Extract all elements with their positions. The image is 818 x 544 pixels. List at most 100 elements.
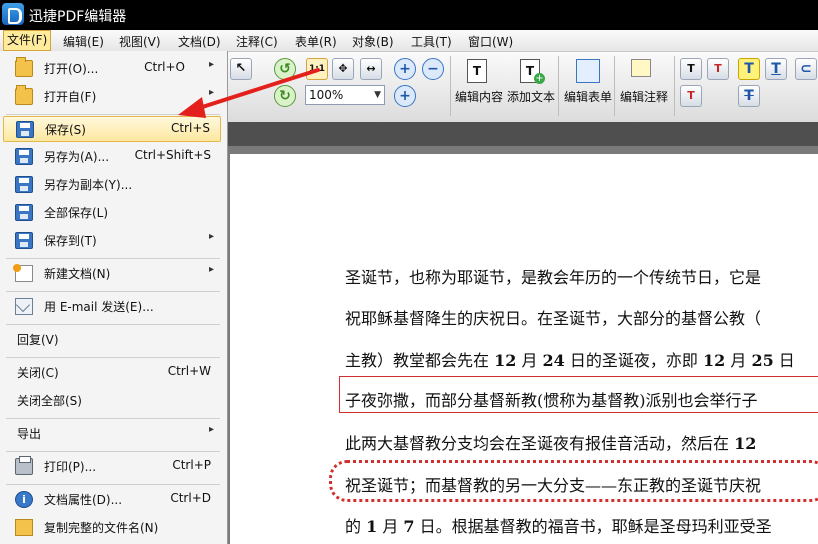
file-menu-dropdown: 打开(O)... Ctrl+O ▸ 打开自(F) ▸ 保存(S) Ctrl+S … (0, 51, 228, 544)
rotate-left-button[interactable]: ↺ (274, 58, 296, 80)
rectangle-annotation[interactable] (339, 376, 818, 413)
submenu-arrow-icon: ▸ (208, 424, 214, 435)
menu-separator (6, 291, 220, 292)
text-box-tool-button[interactable]: T (680, 58, 702, 80)
menu-item-send-email[interactable]: 用 E-mail 发送(E)... (3, 294, 221, 320)
plus-icon: + (399, 88, 411, 104)
info-icon (15, 491, 33, 508)
menu-edit[interactable]: 编辑(E) (63, 33, 104, 50)
page-tabs-strip (228, 122, 818, 146)
edit-annotation-button[interactable]: 编辑注释 (620, 88, 668, 105)
zoom-select[interactable]: 100% ▼ (305, 85, 385, 105)
menu-item-save-as[interactable]: 另存为(A)... Ctrl+Shift+S (3, 144, 221, 170)
callout-icon: T (714, 62, 722, 75)
menu-item-revert[interactable]: 回复(V) (3, 327, 221, 353)
title-bar: 迅捷PDF编辑器 (0, 0, 818, 30)
submenu-arrow-icon: ▸ (208, 231, 214, 242)
app-logo-icon (2, 3, 24, 25)
submenu-arrow-icon: ▸ (208, 59, 214, 70)
toolbar-separator (558, 56, 559, 116)
menu-window[interactable]: 窗口(W) (468, 33, 513, 50)
edit-content-button[interactable]: 编辑内容 (455, 88, 503, 105)
highlight-icon: T (744, 61, 754, 77)
menu-item-open-from[interactable]: 打开自(F) ▸ (3, 84, 221, 110)
toolbar-separator (614, 56, 615, 116)
menu-document[interactable]: 文档(D) (178, 33, 221, 50)
actual-size-icon: 1:1 (308, 64, 326, 74)
underline-tool-button[interactable]: T (765, 58, 787, 80)
menu-item-print[interactable]: 打印(P)... Ctrl+P (3, 454, 221, 480)
edit-content-icon[interactable]: T (463, 57, 495, 87)
add-text-button[interactable]: 添加文本 (507, 88, 555, 105)
email-icon (15, 298, 33, 315)
floppy-copy-icon (15, 176, 33, 193)
menu-item-close-all[interactable]: 关闭全部(S) (3, 388, 221, 414)
folder-open-icon (15, 57, 33, 77)
edit-annotation-icon[interactable] (628, 57, 660, 87)
toolbar: ↖ ↺ ↻ 1:1 ✥ ↔ 100% ▼ + − + T 编辑内容 T + 添加… (228, 52, 818, 122)
fit-page-icon: ✥ (338, 62, 348, 75)
menu-item-export[interactable]: 导出 ▸ (3, 421, 221, 447)
zoom-in-button[interactable]: + (394, 58, 416, 80)
menu-separator (6, 484, 220, 485)
doc-line: 此两大基督教分支均会在圣诞夜有报佳音活动，然后在 12 (345, 434, 757, 453)
cloud-annotation[interactable] (329, 460, 818, 502)
menu-separator (6, 357, 220, 358)
strikeout-tool-button[interactable]: T (738, 85, 760, 107)
floppy-save-as-icon (15, 148, 33, 165)
menu-item-save-copy[interactable]: 另存为副本(Y)... (3, 172, 221, 198)
floppy-save-to-icon (15, 232, 33, 249)
zoom-plus-button[interactable]: + (394, 85, 416, 107)
menu-tools[interactable]: 工具(T) (411, 33, 452, 50)
menu-separator (6, 258, 220, 259)
printer-icon (15, 456, 33, 475)
zoom-value: 100% (309, 88, 344, 102)
folder-open-from-icon (15, 85, 33, 105)
menu-item-new-document[interactable]: 新建文档(N) ▸ (3, 261, 221, 287)
rotate-left-icon: ↺ (279, 61, 291, 77)
menu-object[interactable]: 对象(B) (352, 33, 394, 50)
edit-form-icon[interactable] (573, 57, 605, 87)
menu-view[interactable]: 视图(V) (119, 33, 161, 50)
fit-width-button[interactable]: ↔ (360, 58, 382, 80)
select-tool-button[interactable]: ↖ (230, 58, 252, 80)
menu-item-document-properties[interactable]: 文档属性(D)... Ctrl+D (3, 487, 221, 513)
highlight-tool-button[interactable]: T (738, 58, 760, 80)
fit-width-icon: ↔ (366, 62, 376, 75)
edit-form-button[interactable]: 编辑表单 (564, 88, 612, 105)
zoom-out-button[interactable]: − (422, 58, 444, 80)
menu-item-close[interactable]: 关闭(C) Ctrl+W (3, 360, 221, 386)
menu-bar: 文件(F) 编辑(E) 视图(V) 文档(D) 注释(C) 表单(R) 对象(B… (0, 30, 818, 52)
menu-comment[interactable]: 注释(C) (236, 33, 278, 50)
toolbar-separator (450, 56, 451, 116)
menu-separator (6, 451, 220, 452)
paperclip-icon: ⊂ (800, 61, 812, 77)
rotate-right-icon: ↻ (279, 88, 291, 104)
rotate-right-button[interactable]: ↻ (274, 85, 296, 107)
fit-page-button[interactable]: ✥ (332, 58, 354, 80)
menu-form[interactable]: 表单(R) (295, 33, 337, 50)
toolbar-separator (674, 56, 675, 116)
menu-item-save-all[interactable]: 全部保存(L) (3, 200, 221, 226)
submenu-arrow-icon: ▸ (208, 264, 214, 275)
doc-line: 主教）教堂都会先在 12 月 24 日的圣诞夜，亦即 12 月 25 日 (345, 351, 795, 370)
doc-line: 的 1 月 7 日。根据基督教的福音书，耶稣是圣母玛利亚受圣 (345, 517, 772, 536)
chevron-down-icon: ▼ (374, 90, 381, 100)
menu-separator (6, 324, 220, 325)
menu-item-save-to[interactable]: 保存到(T) ▸ (3, 228, 221, 254)
menu-item-save[interactable]: 保存(S) Ctrl+S (3, 116, 221, 142)
callout-tool-button[interactable]: T (707, 58, 729, 80)
attach-tool-button[interactable]: ⊂ (795, 58, 817, 80)
doc-line: 祝耶稣基督降生的庆祝日。在圣诞节，大部分的基督公教（ (345, 309, 762, 328)
typewriter-tool-button[interactable]: T (680, 85, 702, 107)
menu-item-open[interactable]: 打开(O)... Ctrl+O ▸ (3, 56, 221, 82)
submenu-arrow-icon: ▸ (208, 87, 214, 98)
window-title: 迅捷PDF编辑器 (29, 9, 127, 25)
menu-item-copy-full-filename[interactable]: 复制完整的文件名(N) (3, 515, 221, 541)
zoom-in-icon: + (399, 61, 411, 77)
actual-size-button[interactable]: 1:1 (306, 58, 328, 80)
underline-icon: T (771, 61, 781, 77)
add-text-icon[interactable]: T + (516, 57, 548, 87)
floppy-multi-icon (15, 204, 33, 221)
menu-file[interactable]: 文件(F) (3, 30, 52, 51)
